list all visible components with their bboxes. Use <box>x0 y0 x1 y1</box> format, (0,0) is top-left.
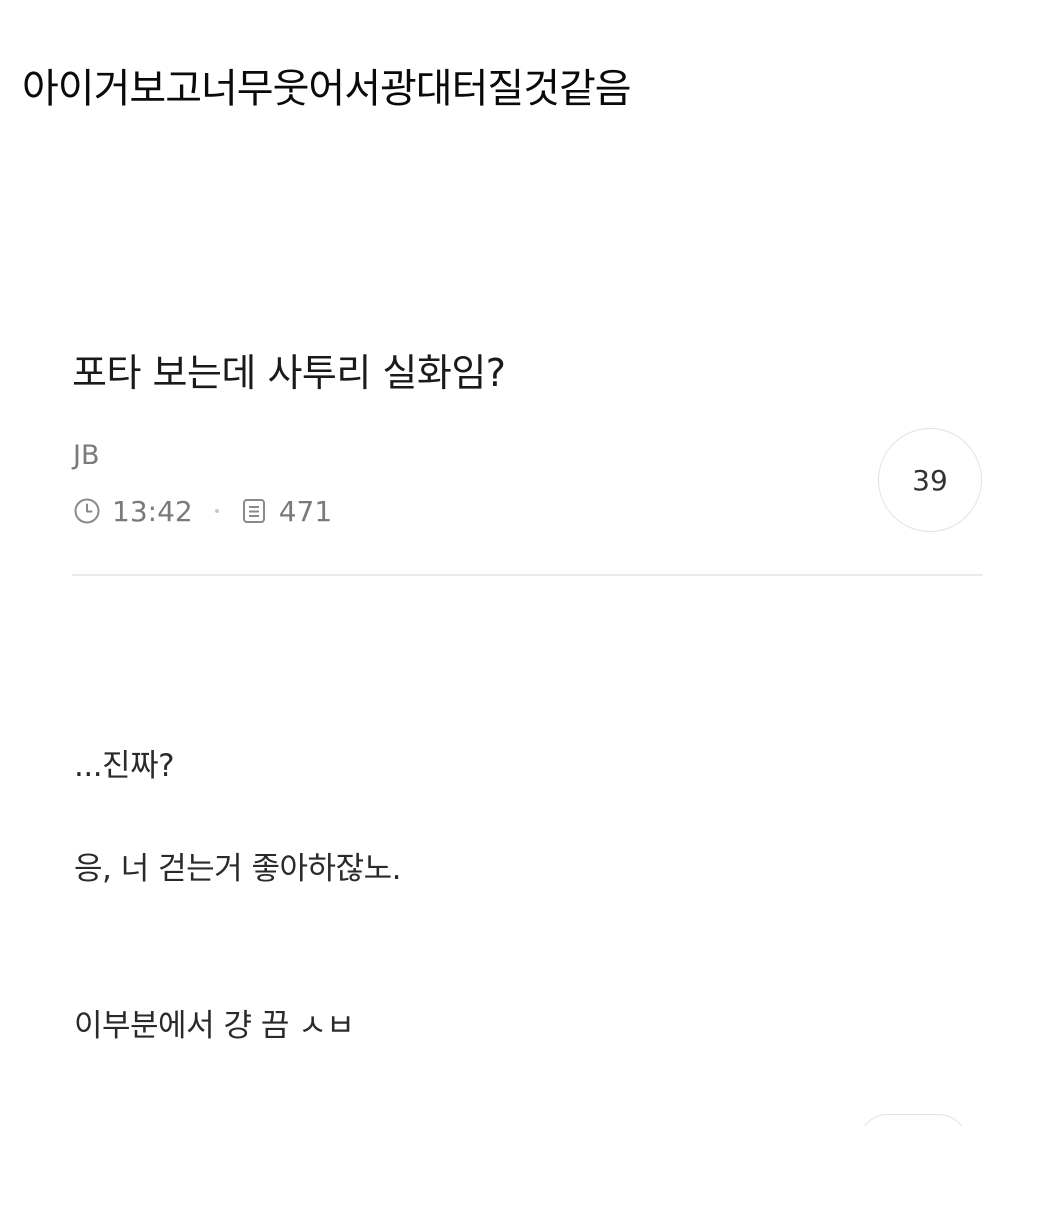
clock-icon <box>72 496 102 526</box>
divider <box>72 574 983 576</box>
post-view-count: 471 <box>278 494 333 528</box>
post-title[interactable]: 포타 보는데 사투리 실화임? <box>72 342 506 397</box>
crop-edge <box>0 1126 1055 1206</box>
post-author[interactable]: JB <box>73 440 100 471</box>
post-body-line: ...진짜? <box>74 748 175 784</box>
post-screenshot: 포타 보는데 사투리 실화임? JB 13:42 471 39 ...진짜? 응… <box>0 240 1055 1206</box>
caption-text: 아이거보고너무웃어서광대터질것같음 <box>22 66 632 112</box>
post-meta: 13:42 471 <box>72 491 332 531</box>
post-body-line: 이부분에서 걍 끔 ㅅㅂ <box>74 1008 355 1044</box>
meta-separator <box>214 509 219 513</box>
comment-count: 39 <box>912 463 948 497</box>
document-icon <box>239 496 269 526</box>
post-time: 13:42 <box>112 494 193 528</box>
comment-count-button[interactable]: 39 <box>878 428 982 532</box>
post-body-line: 응, 너 걷는거 좋아하잖노. <box>74 851 401 887</box>
